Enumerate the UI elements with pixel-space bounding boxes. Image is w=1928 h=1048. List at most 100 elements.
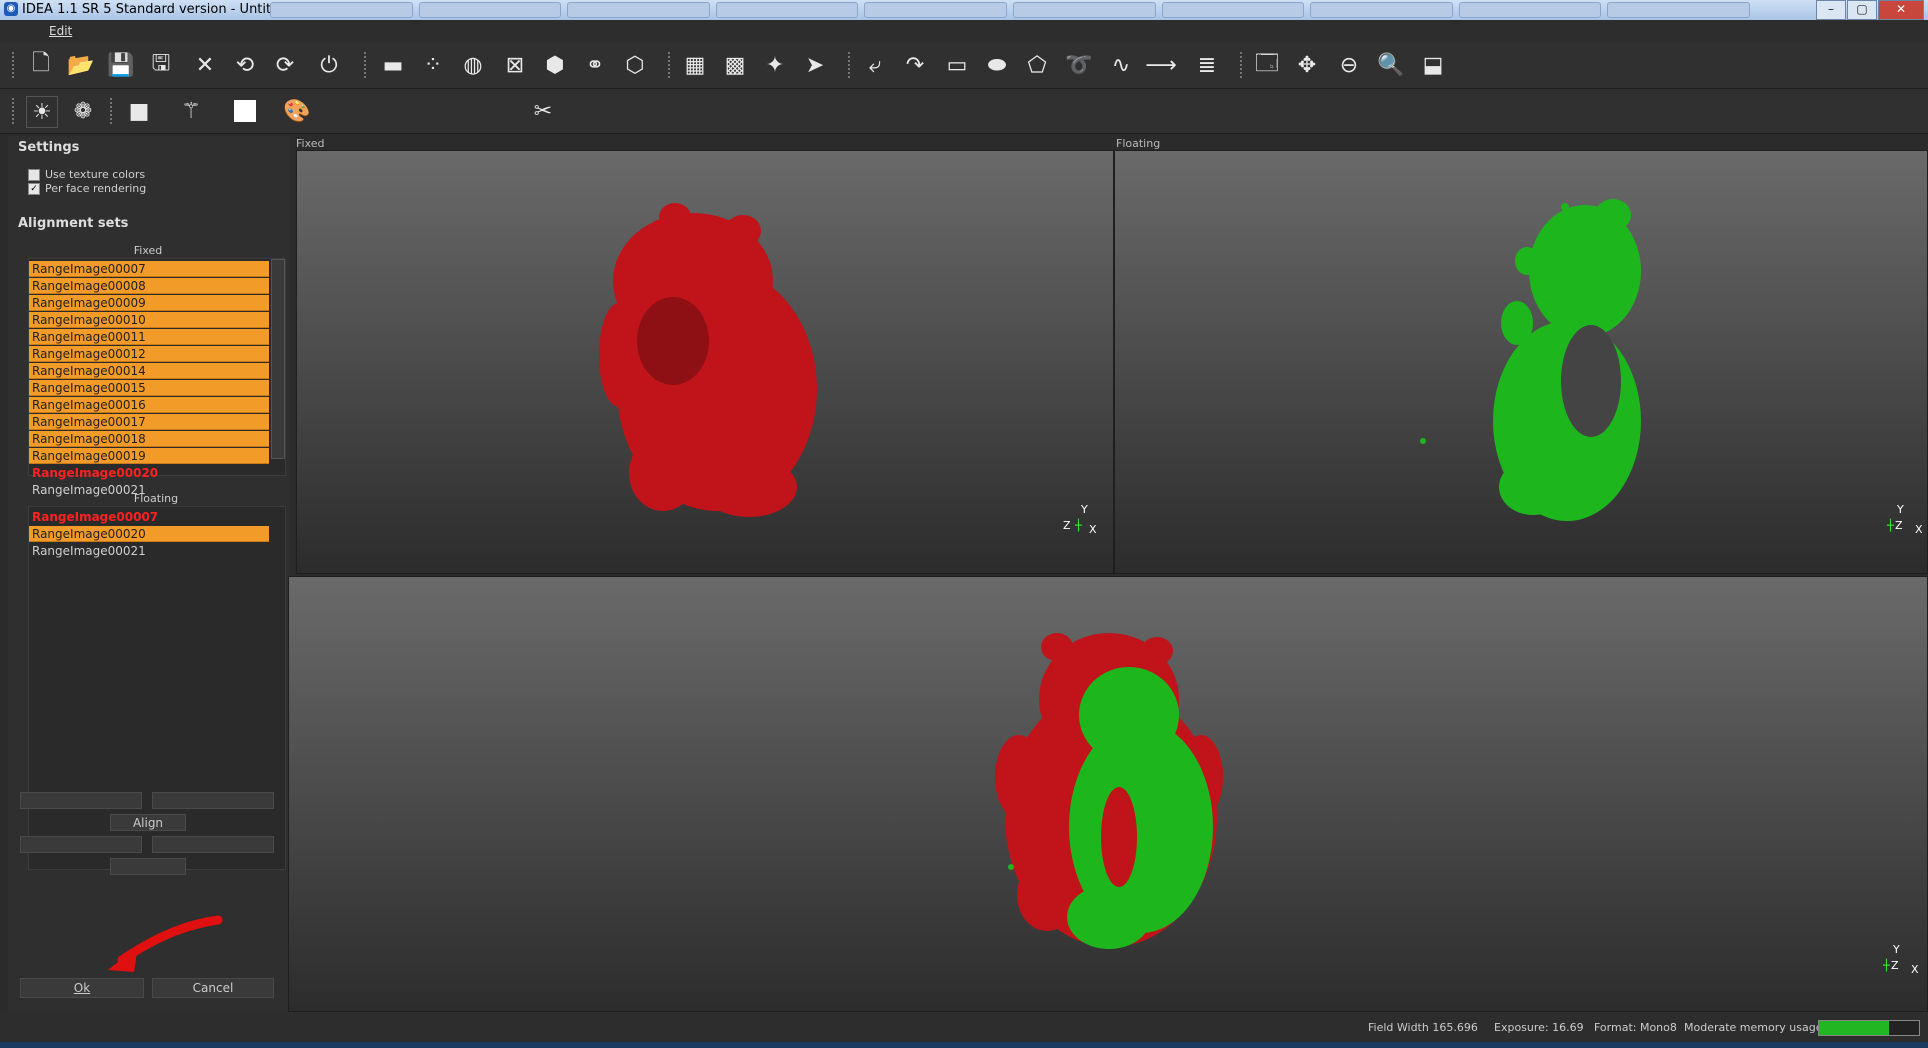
field-width-status: Field Width 165.696 <box>1368 1021 1478 1034</box>
main-toolbar: 🗋 📂 💾 🖫 ✕ ⟲ ⟳ ⏻ ▬ ⁘ ◍ ⊠ ⬢ ⚭ ⬡ ▦ ▩ ✦ ➤ ⤶ … <box>0 42 1928 89</box>
curve-arc-icon[interactable]: ↷ <box>900 50 930 80</box>
list-item[interactable]: RangeImage00009 <box>29 295 269 311</box>
point-cloud-icon[interactable]: ⁘ <box>418 50 448 80</box>
checkbox-label: Use texture colors <box>45 168 146 181</box>
palette-icon[interactable]: 🎨 <box>282 96 312 126</box>
square-stop-icon[interactable]: ■ <box>124 96 154 126</box>
fixed-viewport-label: Fixed <box>296 137 325 150</box>
list-item[interactable]: RangeImage00016 <box>29 397 269 413</box>
per-face-rendering-checkbox[interactable]: ✓ Per face rendering <box>28 182 146 195</box>
fixed-list-scrollbar[interactable] <box>271 259 285 459</box>
fixed-list[interactable]: RangeImage00007 RangeImage00008 RangeImage… <box>28 258 286 497</box>
fixed-model-render <box>599 203 817 517</box>
taskbar-tabs <box>270 2 1750 18</box>
title-bar: ◉ IDEA 1.1 SR 5 Standard version - Untit… <box>0 0 1928 20</box>
blank-button-5[interactable] <box>110 858 186 875</box>
scanner-icon[interactable]: ▬ <box>378 50 408 80</box>
list-item[interactable]: RangeImage00008 <box>29 278 269 294</box>
blank-button-4[interactable] <box>152 836 274 853</box>
cube-view-icon[interactable]: ⬓ <box>1418 50 1448 80</box>
curve-j-icon[interactable]: ⤶ <box>860 50 890 80</box>
blank-button-3[interactable] <box>20 836 142 853</box>
layers-icon[interactable]: ≣ <box>1192 50 1222 80</box>
wand-icon[interactable]: ⚚ <box>176 96 206 126</box>
light-icon[interactable]: ☀ <box>26 96 58 128</box>
memory-usage-bar <box>1818 1020 1920 1036</box>
use-texture-colors-checkbox[interactable]: Use texture colors <box>28 168 145 181</box>
sparkle-icon[interactable]: ✦ <box>760 50 790 80</box>
close-button[interactable]: ✕ <box>1878 0 1924 20</box>
list-item[interactable]: RangeImage00015 <box>29 380 269 396</box>
app-logo-icon: ◉ <box>4 2 18 16</box>
split-icon[interactable]: ⚭ <box>580 50 610 80</box>
checkbox-label: Per face rendering <box>45 182 147 195</box>
result-viewport[interactable]: Y Z X ┼ <box>288 576 1928 1012</box>
minimize-button[interactable]: – <box>1816 0 1846 20</box>
delete-x-icon[interactable]: ✕ <box>190 50 220 80</box>
floating-viewport-label: Floating <box>1116 137 1161 150</box>
list-item[interactable]: RangeImage00018 <box>29 431 269 447</box>
pin-icon[interactable]: ✥ <box>1292 50 1322 80</box>
globe-icon[interactable]: ◍ <box>458 50 488 80</box>
list-item[interactable]: RangeImage00020 <box>29 526 269 542</box>
rotate-icon[interactable]: ⊖ <box>1334 50 1364 80</box>
list-item[interactable]: RangeImage00017 <box>29 414 269 430</box>
secondary-toolbar: ☀ ❁ ■ ⚚ 🎨 ✂ <box>0 89 1928 213</box>
list-item[interactable]: RangeImage00010 <box>29 312 269 328</box>
rectangle-icon[interactable]: ▭ <box>942 50 972 80</box>
menu-bar: Edit <box>0 20 1928 42</box>
power-icon[interactable]: ⏻ <box>314 50 344 80</box>
blank-button-2[interactable] <box>152 792 274 809</box>
line-wave-icon[interactable]: ∿ <box>1106 50 1136 80</box>
merge-icon[interactable]: ⬢ <box>540 50 570 80</box>
lasso-icon[interactable]: ➰ <box>1064 50 1094 80</box>
maximize-button[interactable]: ▢ <box>1847 0 1877 20</box>
list-item[interactable]: RangeImage00020 <box>29 465 269 481</box>
grid-small-icon[interactable]: ▦ <box>680 50 710 80</box>
window-title: IDEA 1.1 SR 5 Standard version - Untitle… <box>22 2 298 17</box>
line-arrow-icon[interactable]: ⟶ <box>1145 50 1177 80</box>
fixed-viewport[interactable]: Y Z X ┼ <box>296 150 1114 574</box>
new-file-icon[interactable]: 🗋 <box>26 50 56 80</box>
floating-viewport[interactable]: Y Z X ┼ <box>1114 150 1928 574</box>
format-status: Format: Mono8 <box>1594 1021 1677 1034</box>
ellipse-icon[interactable]: ⬬ <box>982 50 1012 80</box>
grid-large-icon[interactable]: ▩ <box>720 50 750 80</box>
list-item[interactable]: RangeImage00012 <box>29 346 269 362</box>
align-button[interactable]: Align <box>110 814 186 831</box>
arrow-plane-icon[interactable]: ➤ <box>800 50 830 80</box>
os-taskbar <box>0 1042 1928 1048</box>
checkbox-box[interactable] <box>28 168 40 181</box>
settings-title: Settings <box>18 140 80 155</box>
menu-edit[interactable]: Edit <box>49 24 72 38</box>
exposure-status: Exposure: 16.69 <box>1494 1021 1584 1034</box>
alignment-sets-title: Alignment sets <box>18 216 129 231</box>
redo-icon[interactable]: ⟳ <box>270 50 300 80</box>
colors-icon[interactable]: ❁ <box>68 96 98 126</box>
tools-icon[interactable]: ✂ <box>528 96 558 126</box>
ok-label: Ok <box>73 981 91 995</box>
list-item[interactable]: RangeImage00019 <box>29 448 269 464</box>
save-icon[interactable]: 💾 <box>106 50 136 80</box>
hexagon-icon[interactable]: ⬡ <box>620 50 650 80</box>
save-as-icon[interactable]: 🖫 <box>146 50 176 80</box>
status-bar: Field Width 165.696 Exposure: 16.69 Form… <box>0 1012 1928 1042</box>
floating-model-render <box>1420 199 1641 521</box>
fixed-caption: Fixed <box>133 244 163 257</box>
undo-icon[interactable]: ⟲ <box>230 50 260 80</box>
list-item[interactable]: RangeImage00014 <box>29 363 269 379</box>
list-item[interactable]: RangeImage00021 <box>29 543 269 559</box>
window-icon[interactable]: 🗔 <box>1252 50 1282 80</box>
polygon-icon[interactable]: ⬠ <box>1022 50 1052 80</box>
list-item[interactable]: RangeImage00007 <box>29 261 269 277</box>
blank-button-1[interactable] <box>20 792 142 809</box>
open-folder-icon[interactable]: 📂 <box>66 50 96 80</box>
list-item[interactable]: RangeImage00011 <box>29 329 269 345</box>
mesh-icon[interactable]: ⊠ <box>500 50 530 80</box>
memory-usage-fill <box>1819 1021 1889 1035</box>
checkbox-box-checked[interactable]: ✓ <box>28 182 40 195</box>
list-item[interactable]: RangeImage00007 <box>29 509 269 525</box>
zoom-icon[interactable]: 🔍 <box>1376 50 1406 80</box>
aligned-model-render <box>995 633 1223 949</box>
white-square-icon[interactable] <box>230 96 260 126</box>
